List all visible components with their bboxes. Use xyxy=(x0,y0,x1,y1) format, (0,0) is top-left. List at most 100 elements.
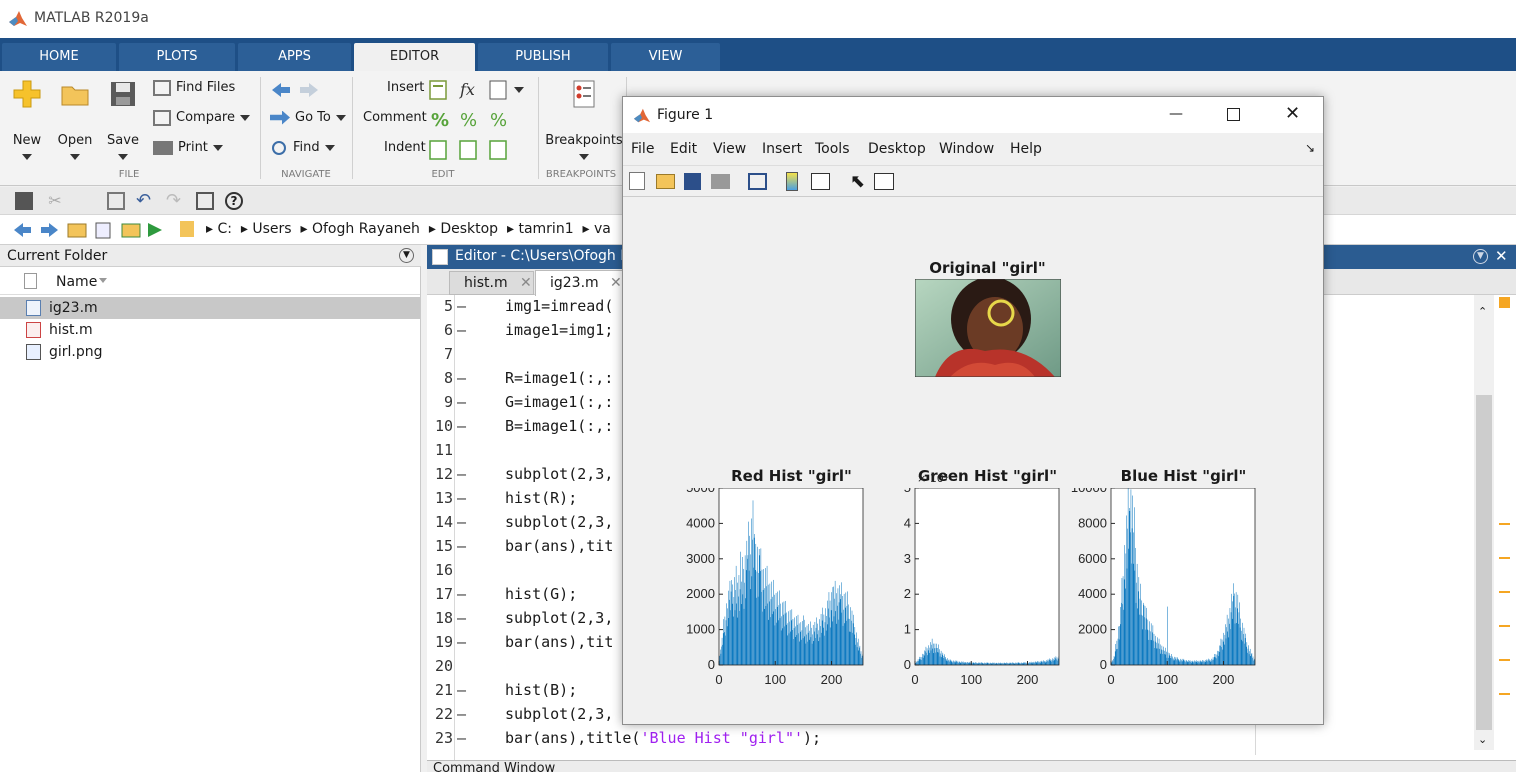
switch-windows-icon[interactable] xyxy=(196,192,214,210)
menu-tools[interactable]: Tools xyxy=(815,141,850,157)
warning-marker[interactable] xyxy=(1499,557,1510,559)
breakpoint-dash[interactable]: — xyxy=(457,729,466,747)
save-figure-icon[interactable] xyxy=(684,173,701,190)
breakpoint-dash[interactable]: — xyxy=(457,585,466,603)
code-line[interactable]: bar(ans),tit xyxy=(505,537,613,555)
menu-insert[interactable]: Insert xyxy=(762,141,802,157)
vertical-scrollbar[interactable]: ⌃ ⌄ xyxy=(1474,295,1494,750)
path-segment[interactable]: tamrin1 xyxy=(518,221,573,237)
close-editor-icon[interactable]: ✕ xyxy=(1495,247,1508,265)
breakpoint-dash[interactable]: — xyxy=(457,489,466,507)
save-small-icon[interactable] xyxy=(15,192,33,210)
close-tab-icon[interactable]: ✕ xyxy=(520,272,532,294)
scroll-down-icon[interactable]: ⌄ xyxy=(1478,733,1487,746)
insert-legend-icon[interactable] xyxy=(811,173,830,190)
path-segment[interactable]: Desktop xyxy=(440,221,498,237)
insert-colorbar-icon[interactable] xyxy=(786,172,798,191)
code-line[interactable]: img1=imread( xyxy=(505,297,613,315)
path-segment[interactable]: Users xyxy=(252,221,291,237)
close-tab-icon[interactable]: ✕ xyxy=(610,271,622,295)
code-line[interactable]: subplot(2,3, xyxy=(505,705,613,723)
plot-area[interactable] xyxy=(915,488,1059,665)
code-line[interactable]: image1=img1; xyxy=(505,321,613,339)
save-button[interactable]: Save xyxy=(100,79,146,163)
open-file-icon[interactable] xyxy=(656,174,675,189)
editor-tab-hist[interactable]: hist.m ✕ xyxy=(449,271,534,295)
navigation-buttons-icon[interactable] xyxy=(12,221,172,239)
tab-home[interactable]: HOME xyxy=(2,43,116,71)
maximize-icon[interactable] xyxy=(1227,108,1240,121)
code-line[interactable]: G=image1(:,: xyxy=(505,393,613,411)
comment-label[interactable]: Comment xyxy=(363,106,427,130)
code-line[interactable]: hist(R); xyxy=(505,489,577,507)
code-line[interactable]: hist(B); xyxy=(505,681,577,699)
scroll-up-icon[interactable]: ⌃ xyxy=(1478,305,1487,318)
code-line[interactable]: bar(ans),title('Blue Hist "girl"'); xyxy=(505,729,821,747)
tab-publish[interactable]: PUBLISH xyxy=(478,43,608,71)
warning-marker[interactable] xyxy=(1499,591,1510,593)
dock-figure-icon[interactable]: ↘ xyxy=(1305,141,1315,155)
back-forward-arrows-icon[interactable] xyxy=(270,81,320,99)
property-inspector-icon[interactable] xyxy=(874,173,894,190)
breakpoints-button[interactable]: Breakpoints xyxy=(544,79,624,163)
tab-plots[interactable]: PLOTS xyxy=(119,43,235,71)
go-to-button[interactable]: Go To xyxy=(270,106,346,130)
breakpoint-dash[interactable]: — xyxy=(457,681,466,699)
breakpoint-dash[interactable]: — xyxy=(457,369,466,387)
panel-options-icon[interactable]: ▼ xyxy=(399,248,414,263)
tab-view[interactable]: VIEW xyxy=(611,43,720,71)
sort-arrow-icon[interactable] xyxy=(99,278,107,283)
breakpoint-dash[interactable]: — xyxy=(457,609,466,627)
menu-window[interactable]: Window xyxy=(939,141,994,157)
print-figure-icon[interactable] xyxy=(711,174,730,189)
editor-options-icon[interactable]: ▼ xyxy=(1473,249,1488,264)
breakpoint-dash[interactable]: — xyxy=(457,465,466,483)
breakpoint-dash[interactable]: — xyxy=(457,321,466,339)
breakpoint-dash[interactable]: — xyxy=(457,393,466,411)
scrollbar-thumb[interactable] xyxy=(1476,395,1492,730)
new-button[interactable]: New xyxy=(6,79,48,163)
breakpoint-dash[interactable]: — xyxy=(457,417,466,435)
code-line[interactable]: subplot(2,3, xyxy=(505,513,613,531)
breakpoint-dash[interactable]: — xyxy=(457,705,466,723)
menu-help[interactable]: Help xyxy=(1010,141,1042,157)
open-button[interactable]: Open xyxy=(52,79,98,163)
undo-icon[interactable]: ↶ xyxy=(136,192,154,210)
code-line[interactable]: bar(ans),tit xyxy=(505,633,613,651)
code-line[interactable]: hist(G); xyxy=(505,585,577,603)
find-files-button[interactable]: Find Files xyxy=(153,76,235,100)
warning-marker[interactable] xyxy=(1499,625,1510,627)
warning-marker[interactable] xyxy=(1499,693,1510,695)
paste-icon[interactable] xyxy=(107,192,125,210)
compare-button[interactable]: Compare xyxy=(153,106,250,130)
breakpoint-dash[interactable]: — xyxy=(457,537,466,555)
find-button[interactable]: Find xyxy=(272,136,335,160)
breakpoint-dash[interactable]: — xyxy=(457,297,466,315)
insert-label[interactable]: Insert xyxy=(387,76,424,100)
menu-edit[interactable]: Edit xyxy=(670,141,697,157)
breakpoint-dash[interactable]: — xyxy=(457,633,466,651)
link-plot-icon[interactable] xyxy=(748,173,767,190)
file-row[interactable]: girl.png xyxy=(0,341,420,363)
minimize-icon[interactable]: — xyxy=(1169,106,1183,122)
close-window-icon[interactable]: ✕ xyxy=(1285,103,1300,124)
edit-plot-arrow-icon[interactable]: ⬉ xyxy=(850,171,865,192)
print-button[interactable]: Print xyxy=(153,136,223,160)
menu-desktop[interactable]: Desktop xyxy=(868,141,926,157)
tab-apps[interactable]: APPS xyxy=(238,43,351,71)
warning-marker[interactable] xyxy=(1499,523,1510,525)
file-row[interactable]: hist.m xyxy=(0,319,420,341)
code-line[interactable]: subplot(2,3, xyxy=(505,609,613,627)
name-column-label[interactable]: Name xyxy=(56,274,97,290)
menu-view[interactable]: View xyxy=(713,141,746,157)
tab-editor[interactable]: EDITOR xyxy=(354,43,475,71)
code-line[interactable]: B=image1(:,: xyxy=(505,417,613,435)
cut-icon[interactable]: ✂ xyxy=(46,192,64,210)
editor-tab-ig23[interactable]: ig23.m ✕ xyxy=(535,270,627,296)
menu-file[interactable]: File xyxy=(631,141,654,157)
path-segment[interactable]: C: xyxy=(217,221,232,237)
redo-icon[interactable]: ↷ xyxy=(166,192,184,210)
new-figure-icon[interactable] xyxy=(629,172,645,190)
code-line[interactable]: R=image1(:,: xyxy=(505,369,613,387)
code-line[interactable]: subplot(2,3, xyxy=(505,465,613,483)
